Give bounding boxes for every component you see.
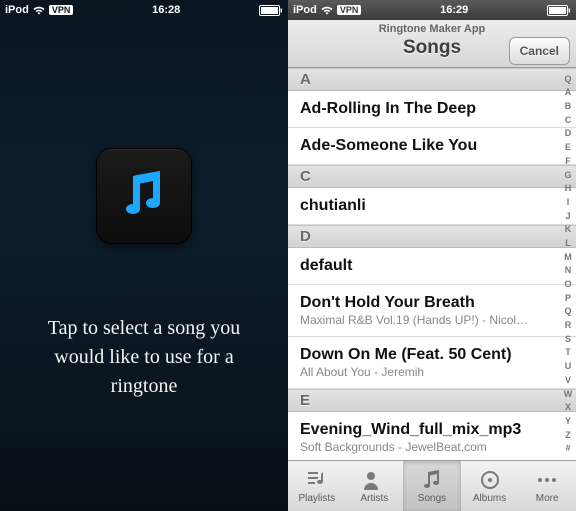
app-name: Ringtone Maker App [288,23,576,35]
playlists-icon [304,469,330,491]
song-title: Ade-Someone Like You [300,137,552,155]
music-note-icon [122,169,166,224]
song-subtitle: All About You - Jeremih [300,365,552,379]
section-header: C [288,165,576,188]
select-song-button[interactable] [96,148,192,244]
song-row[interactable]: Ade-Someone Like You [288,128,576,165]
song-title: Ad-Rolling In The Deep [300,100,552,118]
alpha-index[interactable]: QABCDEFGHIJKLMNOPQRSTUVWXYZ# [561,68,575,460]
tab-label: Artists [361,493,389,504]
songs-list[interactable]: A Ad-Rolling In The Deep Ade-Someone Like … [288,68,576,460]
index-letter[interactable]: Q [564,307,571,316]
vpn-badge: VPN [337,5,362,15]
intro-screen: iPod VPN 16:28 Tap to select a song you … [0,0,288,511]
albums-icon [477,469,503,491]
index-letter[interactable]: M [564,253,572,262]
index-letter[interactable]: E [565,143,571,152]
index-letter[interactable]: Z [565,431,571,440]
tab-artists[interactable]: Artists [346,461,404,511]
tab-albums[interactable]: Albums [461,461,519,511]
wifi-icon [321,6,333,15]
song-row[interactable]: default [288,248,576,285]
index-letter[interactable]: H [565,184,572,193]
index-letter[interactable]: I [567,198,570,207]
tab-label: Albums [473,493,506,504]
index-letter[interactable]: X [565,403,571,412]
song-title: Don't Hold Your Breath [300,294,552,312]
index-letter[interactable]: B [565,102,572,111]
artists-icon [361,469,387,491]
more-icon [534,469,560,491]
title-bar: Ringtone Maker App Songs Cancel [288,20,576,68]
index-letter[interactable]: K [565,225,572,234]
song-row[interactable]: Evening_Wind_full_mix_mp3Soft Background… [288,412,576,460]
index-letter[interactable]: W [564,390,573,399]
carrier-label: iPod [5,4,29,16]
index-letter[interactable]: T [565,348,571,357]
index-letter[interactable]: U [565,362,572,371]
cancel-button[interactable]: Cancel [509,37,570,65]
song-row[interactable]: Ad-Rolling In The Deep [288,91,576,128]
index-letter[interactable]: A [565,88,572,97]
index-letter[interactable]: # [565,444,570,453]
tab-label: Songs [418,493,446,504]
tab-label: More [536,493,559,504]
tab-songs[interactable]: Songs [403,461,461,511]
index-letter[interactable]: R [565,321,572,330]
tab-playlists[interactable]: Playlists [288,461,346,511]
song-title: default [300,257,552,275]
song-title: Down On Me (Feat. 50 Cent) [300,346,552,364]
section-header: E [288,389,576,412]
song-row[interactable]: Down On Me (Feat. 50 Cent)All About You … [288,337,576,389]
index-letter[interactable]: J [565,212,570,221]
index-letter[interactable]: F [565,157,571,166]
index-letter[interactable]: O [564,280,571,289]
instruction-text: Tap to select a song you would like to u… [0,314,288,401]
index-letter[interactable]: L [565,239,571,248]
tab-label: Playlists [298,493,335,504]
carrier-label: iPod [293,4,317,16]
songs-icon [419,469,445,491]
index-letter[interactable]: P [565,294,571,303]
index-letter[interactable]: Y [565,417,571,426]
clock: 16:29 [440,4,468,16]
songs-picker-screen: iPod VPN 16:29 Ringtone Maker App Songs … [288,0,576,511]
index-letter[interactable]: G [564,171,571,180]
status-bar: iPod VPN 16:28 [0,0,288,20]
status-bar: iPod VPN 16:29 [288,0,576,20]
section-header: D [288,225,576,248]
section-header: A [288,68,576,91]
index-letter[interactable]: S [565,335,571,344]
index-letter[interactable]: V [565,376,571,385]
song-row[interactable]: chutianli [288,188,576,225]
index-letter[interactable]: D [565,129,572,138]
index-letter[interactable]: Q [564,75,571,84]
song-subtitle: Maximal R&B Vol.19 (Hands UP!) - Nicol… [300,313,552,327]
vpn-badge: VPN [49,5,74,15]
clock: 16:28 [152,4,180,16]
battery-icon [259,5,283,16]
song-title: chutianli [300,197,552,215]
song-subtitle: Soft Backgrounds - JewelBeat.com [300,440,552,454]
tab-bar: Playlists Artists Songs Albums More [288,460,576,511]
wifi-icon [33,6,45,15]
index-letter[interactable]: C [565,116,572,125]
song-row[interactable]: Don't Hold Your BreathMaximal R&B Vol.19… [288,285,576,337]
tab-more[interactable]: More [518,461,576,511]
song-title: Evening_Wind_full_mix_mp3 [300,421,552,439]
battery-icon [547,5,571,16]
index-letter[interactable]: N [565,266,572,275]
